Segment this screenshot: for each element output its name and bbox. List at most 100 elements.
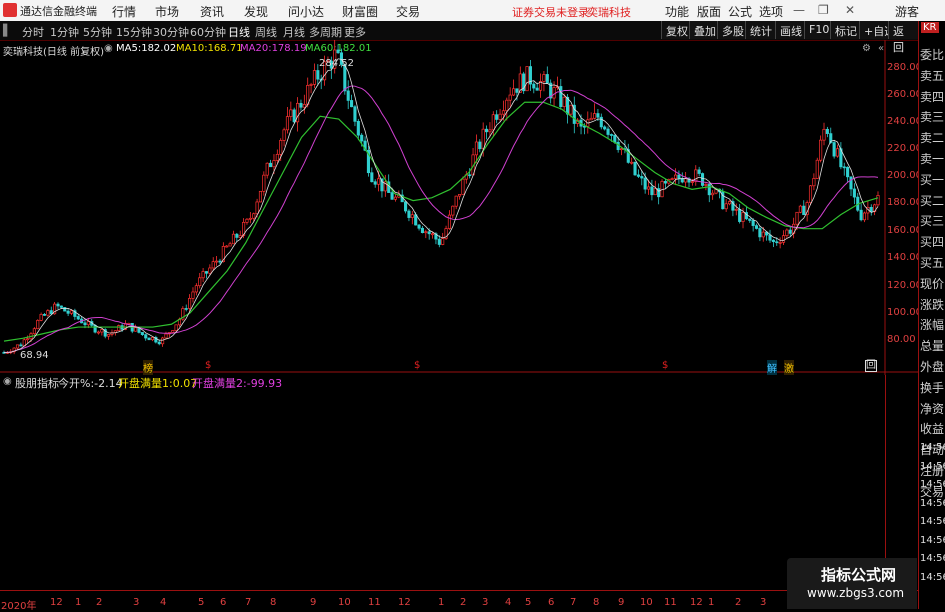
y-tick: 200.00: [887, 170, 922, 181]
btn-multi[interactable]: 多股: [717, 21, 748, 39]
candle-body: [208, 267, 212, 274]
btn-stats[interactable]: 统计: [745, 21, 776, 39]
candle-body: [673, 174, 678, 179]
event-marker[interactable]: $: [205, 360, 211, 371]
candle-body: [505, 99, 509, 112]
menu-news[interactable]: 资讯: [200, 3, 224, 20]
candle-body: [768, 234, 772, 241]
candle-body: [194, 285, 198, 293]
candle-body: [653, 188, 657, 196]
candle-body: [832, 142, 836, 157]
candle-body: [32, 328, 36, 335]
candle-body: [198, 277, 202, 287]
event-marker[interactable]: $: [662, 360, 668, 371]
period-tab[interactable]: 5分钟: [83, 24, 112, 40]
candle-body: [454, 195, 458, 207]
candle-body: [589, 117, 593, 121]
candle-body: [684, 178, 688, 183]
event-marker[interactable]: 回: [865, 360, 877, 372]
period-tab[interactable]: 分时: [22, 24, 44, 40]
btn-back[interactable]: 返回: [888, 21, 918, 54]
candle-body: [63, 307, 67, 312]
menu-discover[interactable]: 发现: [244, 3, 268, 20]
indicator-full2: 开盘满量2:-99.93: [192, 377, 283, 390]
period-tab[interactable]: 月线: [283, 24, 305, 40]
candle-body: [700, 173, 705, 186]
x-tick: 12: [690, 597, 703, 608]
candle-body: [778, 241, 782, 244]
candle-body: [289, 109, 293, 117]
period-tab[interactable]: 周线: [255, 24, 277, 40]
menu-options[interactable]: 选项: [759, 3, 783, 20]
candle-body: [646, 186, 651, 190]
toolbar-toggle-icon[interactable]: ▌: [3, 24, 11, 37]
candle-body: [393, 196, 397, 200]
candle-body: [164, 333, 168, 339]
candle-body: [404, 201, 408, 212]
menu-market[interactable]: 市场: [155, 3, 179, 20]
btn-f10[interactable]: F10: [804, 21, 834, 39]
candle-body: [86, 321, 90, 326]
candle-body: [468, 174, 472, 177]
event-marker[interactable]: $: [414, 360, 420, 371]
candle-body: [252, 213, 256, 219]
minimize-icon[interactable]: —: [793, 3, 805, 17]
candle-body: [781, 235, 786, 243]
period-tab[interactable]: 多周期: [309, 24, 342, 40]
tick-time: 14:56: [920, 460, 945, 472]
y-tick: 280.00: [887, 62, 922, 73]
candle-body: [93, 324, 97, 333]
candle-body: [670, 178, 674, 180]
candle-body: [825, 128, 829, 134]
btn-overlay[interactable]: 叠加: [689, 21, 720, 39]
btn-draw[interactable]: 画线: [775, 21, 806, 39]
period-tab[interactable]: 60分钟: [190, 24, 226, 40]
candle-body: [353, 106, 357, 122]
candle-body: [59, 305, 63, 308]
x-tick: 3: [482, 597, 489, 608]
candle-body: [15, 344, 20, 349]
menu-quotes[interactable]: 行情: [112, 3, 136, 20]
candle-body: [410, 214, 414, 218]
indicator-settings-icon[interactable]: ◉: [3, 376, 12, 387]
candle-body: [869, 207, 873, 213]
candle-body: [876, 195, 880, 206]
menu-wealth[interactable]: 财富圈: [342, 3, 378, 20]
candle-body: [707, 184, 711, 196]
candle-body: [56, 303, 60, 307]
candle-body: [542, 74, 546, 82]
close-icon[interactable]: ✕: [845, 3, 855, 17]
candle-body: [724, 203, 728, 210]
event-marker[interactable]: 榜: [143, 360, 153, 375]
guest-button[interactable]: 游客: [895, 3, 919, 20]
period-tab[interactable]: 更多: [344, 24, 366, 40]
candle-body: [272, 160, 276, 168]
period-tab-active[interactable]: 日线: [228, 24, 250, 40]
candle-body: [633, 161, 637, 176]
candle-body: [225, 245, 229, 248]
tick-time: 14:56: [920, 442, 945, 453]
candle-body: [819, 139, 823, 161]
menu-xiaoda[interactable]: 问小达: [288, 3, 324, 20]
candle-body: [478, 141, 482, 150]
period-tab[interactable]: 15分钟: [116, 24, 152, 40]
btn-mark[interactable]: 标记: [830, 21, 861, 39]
period-tab[interactable]: 1分钟: [50, 24, 79, 40]
candle-body: [424, 231, 428, 234]
menu-trade[interactable]: 交易: [396, 3, 420, 20]
menu-formula[interactable]: 公式: [728, 3, 752, 20]
price-chart[interactable]: [0, 40, 918, 375]
restore-icon[interactable]: ❐: [818, 3, 829, 17]
menu-function[interactable]: 功能: [665, 3, 689, 20]
title-bar: 通达信金融终端 行情 市场 资讯 发现 问小达 财富圈 交易 证券交易未登录 奕…: [0, 0, 945, 22]
x-tick: 5: [525, 597, 532, 608]
menu-layout[interactable]: 版面: [697, 3, 721, 20]
candle-body: [26, 338, 30, 341]
period-tab[interactable]: 30分钟: [153, 24, 189, 40]
event-marker[interactable]: 解: [767, 360, 777, 375]
candle-body: [350, 100, 354, 108]
login-warning[interactable]: 证券交易未登录: [512, 4, 589, 20]
watermark: 指标公式网 www.zbgs3.com: [787, 558, 917, 609]
btn-fuquan[interactable]: 复权: [661, 21, 692, 39]
event-marker[interactable]: 激: [784, 360, 794, 375]
